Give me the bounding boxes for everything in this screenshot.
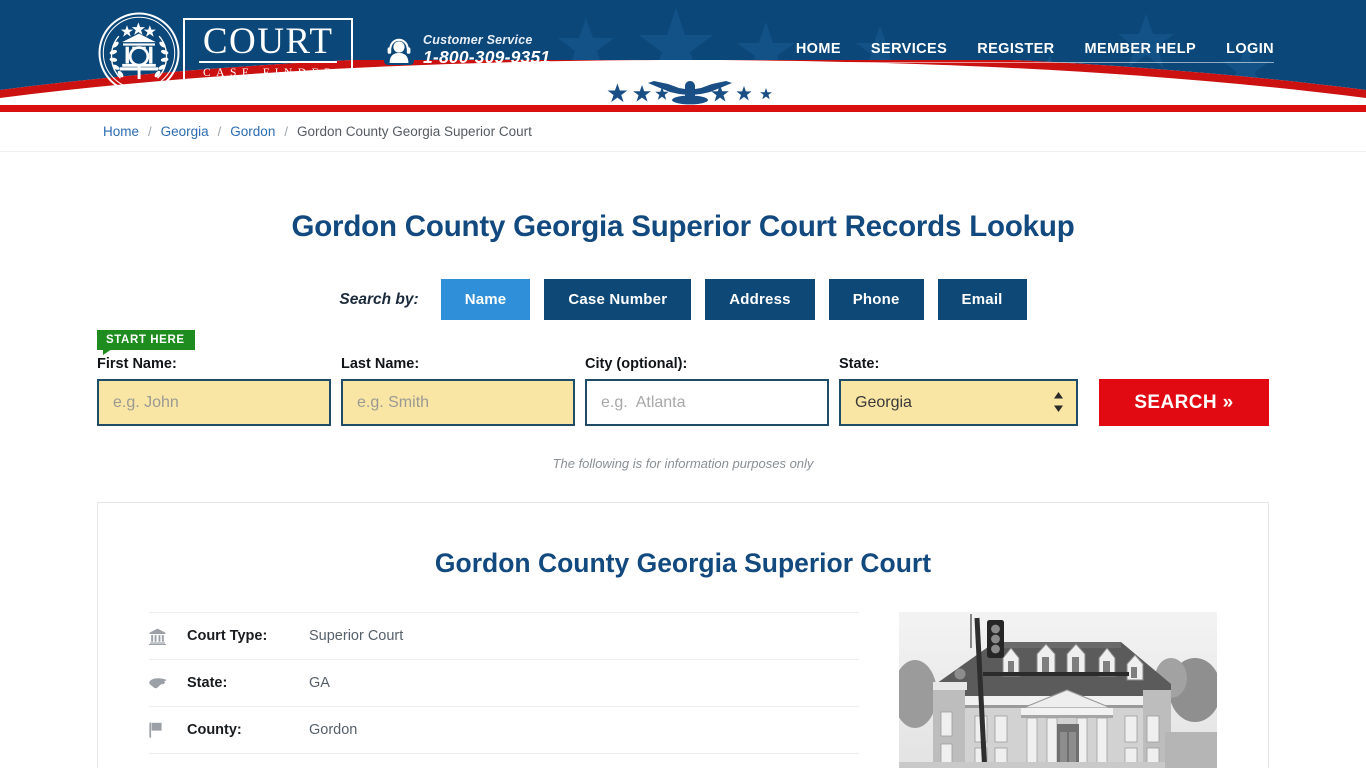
detail-value: GA [309, 675, 330, 691]
nav-register[interactable]: REGISTER [962, 41, 1070, 63]
court-detail-table: Court Type: Superior Court State: GA Cou… [149, 612, 859, 768]
tab-email[interactable]: Email [937, 279, 1027, 320]
tab-phone[interactable]: Phone [828, 279, 924, 320]
table-row: Court Type: Superior Court [149, 613, 859, 660]
customer-service: Customer Service 1-800-309-9351 [384, 33, 550, 67]
nav-services[interactable]: SERVICES [855, 41, 963, 63]
courthouse-photo [899, 612, 1217, 768]
detail-value: Gordon [309, 722, 358, 738]
tab-address[interactable]: Address [705, 279, 815, 320]
page-title: Gordon County Georgia Superior Court Rec… [291, 210, 1075, 243]
first-name-field-group: First Name: [97, 356, 331, 426]
state-label: State: [839, 356, 880, 372]
city-label: City (optional): [585, 356, 688, 372]
site-logo[interactable]: COURT CASE FINDER [97, 11, 354, 95]
disclaimer-text: The following is for information purpose… [552, 456, 814, 471]
breadcrumb-separator: / [217, 124, 222, 139]
search-button[interactable]: SEARCH » [1099, 379, 1269, 426]
eagle-stars-emblem-icon [607, 81, 772, 105]
table-row: County: Gordon [149, 707, 859, 754]
breadcrumb-separator: / [148, 124, 152, 139]
main-content: Gordon County Georgia Superior Court Rec… [0, 152, 1366, 768]
main-nav: HOME SERVICES REGISTER MEMBER HELP LOGIN [780, 41, 1274, 63]
customer-service-phone[interactable]: 1-800-309-9351 [423, 48, 550, 67]
search-fields-row: First Name: Last Name: City (optional): … [97, 356, 1269, 426]
search-type-tabs: Search by: Name Case Number Address Phon… [0, 279, 1366, 320]
city-input[interactable] [585, 379, 829, 426]
nav-login[interactable]: LOGIN [1211, 41, 1274, 63]
detail-key: State: [187, 675, 228, 691]
logo-text-box: COURT CASE FINDER [183, 18, 354, 88]
court-name-heading: Gordon County Georgia Superior Court [434, 548, 932, 578]
breadcrumb-current: Gordon County Georgia Superior Court [296, 124, 532, 139]
site-header: COURT CASE FINDER Customer Service 1-800… [0, 0, 1366, 105]
state-field-group: State: Georgia [839, 356, 1078, 426]
tab-name[interactable]: Name [440, 279, 531, 320]
header-red-divider [0, 105, 1366, 112]
table-row: State: GA [149, 660, 859, 707]
nav-member-help[interactable]: MEMBER HELP [1069, 41, 1212, 63]
bank-courthouse-icon [149, 628, 187, 645]
first-name-input[interactable] [97, 379, 331, 426]
breadcrumb: Home / Georgia / Gordon / Gordon County … [0, 112, 1366, 152]
detail-value: Superior Court [309, 628, 404, 644]
start-here-badge: START HERE [97, 330, 195, 355]
state-select[interactable]: Georgia [839, 379, 1078, 426]
us-map-icon [149, 677, 187, 690]
court-info-card: Gordon County Georgia Superior Court Cou… [97, 502, 1269, 768]
city-field-group: City (optional): [585, 356, 829, 426]
court-card-body: Court Type: Superior Court State: GA Cou… [98, 579, 1268, 768]
detail-key: Court Type: [187, 628, 268, 644]
breadcrumb-item-georgia[interactable]: Georgia [161, 124, 209, 139]
logo-subword: CASE FINDER [203, 67, 338, 79]
detail-key: County: [187, 722, 242, 738]
last-name-field-group: Last Name: [341, 356, 575, 426]
search-form: START HERE First Name: Last Name: City (… [0, 330, 1366, 426]
court-seal-emblem-icon [98, 12, 180, 94]
customer-service-label: Customer Service [423, 33, 533, 47]
logo-word: COURT [199, 23, 338, 63]
search-by-label: Search by: [339, 290, 419, 308]
flag-icon [149, 722, 187, 738]
breadcrumb-separator: / [284, 124, 288, 139]
nav-home[interactable]: HOME [780, 41, 856, 63]
headset-support-icon [384, 35, 414, 65]
last-name-input[interactable] [341, 379, 575, 426]
breadcrumb-item-gordon[interactable]: Gordon [230, 124, 275, 139]
breadcrumb-item-home[interactable]: Home [103, 124, 139, 139]
last-name-label: Last Name: [341, 356, 420, 372]
first-name-label: First Name: [97, 356, 177, 372]
tab-case-number[interactable]: Case Number [544, 279, 692, 320]
